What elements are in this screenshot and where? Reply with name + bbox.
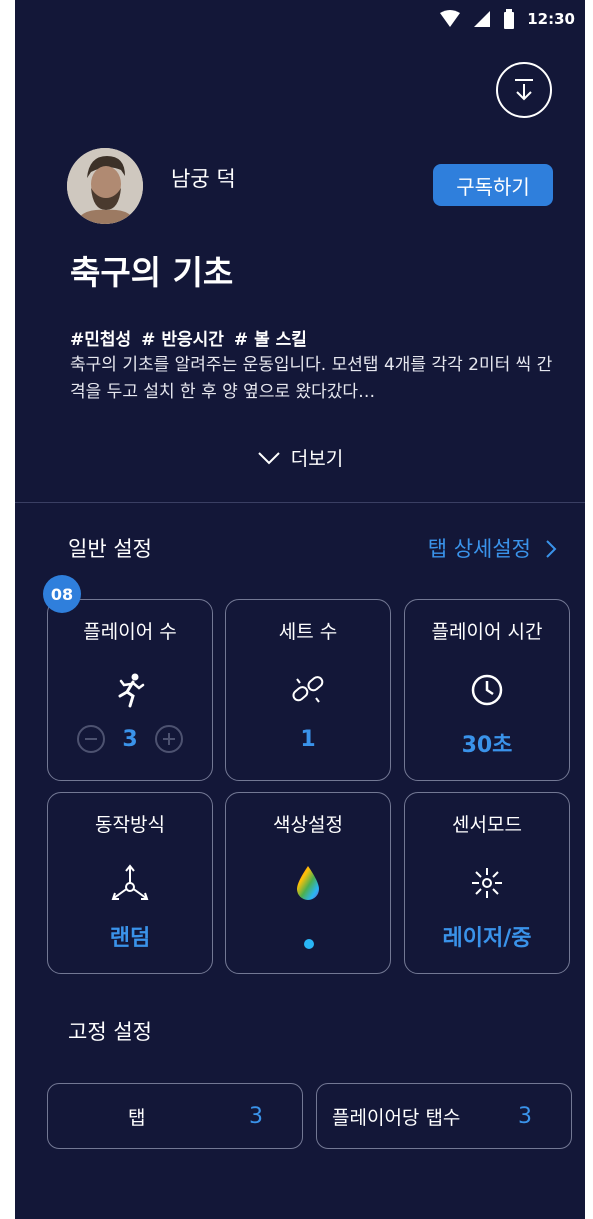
player-count-badge: 08 [43,575,81,613]
set-count-card[interactable]: 세트 수 1 [225,599,391,781]
divider [15,502,585,503]
subscribe-button[interactable]: 구독하기 [433,164,553,206]
card-label: 플레이어 시간 [431,621,543,643]
selected-color-dot [304,939,314,949]
minus-circle-icon [77,725,106,753]
general-settings-title: 일반 설정 [68,537,152,561]
running-person-icon [48,670,212,710]
tap-count-label: 탭 [128,1106,146,1129]
more-button[interactable]: 더보기 [15,444,585,471]
fixed-settings-title: 고정 설정 [68,1020,152,1044]
chevron-down-icon [258,451,280,464]
avatar[interactable] [67,148,143,224]
card-label: 플레이어 수 [83,621,177,643]
download-icon [515,79,533,101]
player-time-card[interactable]: 플레이어 시간 30초 [404,599,570,781]
tag[interactable]: #민첩성 [70,325,131,350]
tap-count-box: 탭 3 [47,1083,303,1149]
set-count-value: 1 [300,727,316,752]
card-label: 동작방식 [95,814,165,836]
random-directions-icon [48,863,212,903]
decrease-button[interactable] [76,724,106,754]
plus-circle-icon [154,725,183,753]
sensor-mode-value: 레이저/중 [442,926,532,951]
player-time-value: 30초 [461,733,513,758]
laser-sensor-icon [405,863,569,903]
tag[interactable]: # 반응시간 [141,325,224,350]
status-time: 12:30 [527,10,575,28]
description: 축구의 기초를 알려주는 운동입니다. 모션탭 4개를 각각 2미터 씩 간격을… [70,355,553,402]
page-title: 축구의 기초 [70,253,234,292]
player-count-card[interactable]: 플레이어 수 3 [47,599,213,781]
motion-mode-value: 랜덤 [109,926,151,951]
increase-button[interactable] [154,724,184,754]
tap-count-value: 3 [249,1103,263,1129]
chevron-right-icon [546,540,557,558]
battery-icon [503,9,515,29]
signal-icon [473,10,491,28]
tap-detail-settings-label: 탭 상세설정 [427,537,531,561]
tag-list: #민첩성 # 반응시간 # 볼 스킬 [70,325,307,350]
taps-per-player-label: 플레이어당 탭수 [332,1106,461,1129]
motion-mode-card[interactable]: 동작방식 랜덤 [47,792,213,974]
chain-link-icon [226,670,390,710]
color-setting-card[interactable]: 색상설정 [225,792,391,974]
taps-per-player-box: 플레이어당 탭수 3 [316,1083,572,1149]
sensor-mode-card[interactable]: 센서모드 레이저/중 [404,792,570,974]
app-screen: 12:30 남궁 덕 구독하기 축구의 기초 #민첩성 # 반응시간 # 볼 스… [15,0,585,1219]
wifi-icon [439,10,461,28]
rainbow-drop-icon [226,863,390,903]
more-label: 더보기 [290,448,344,470]
player-count-stepper: 3 [48,724,212,754]
card-label: 센서모드 [452,814,522,836]
download-button[interactable] [496,62,552,118]
clock-icon [405,670,569,710]
author-name: 남궁 덕 [171,167,236,191]
card-label: 세트 수 [278,621,338,643]
tag[interactable]: # 볼 스킬 [234,325,307,350]
status-bar: 12:30 [439,8,575,30]
card-label: 색상설정 [273,814,343,836]
taps-per-player-value: 3 [518,1103,532,1129]
tap-detail-settings-link[interactable]: 탭 상세설정 [428,533,557,563]
player-count-value: 3 [122,726,138,752]
